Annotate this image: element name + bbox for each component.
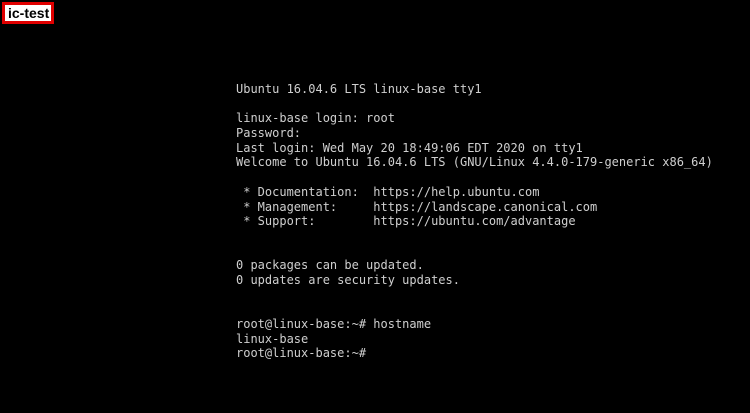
console-banner: Ubuntu 16.04.6 LTS linux-base tty1 bbox=[236, 82, 482, 96]
hostname-command-line: root@linux-base:~# hostname bbox=[236, 317, 432, 331]
vm-name-label: ic-test bbox=[2, 2, 54, 24]
documentation-link-line: * Documentation: https://help.ubuntu.com bbox=[236, 184, 540, 199]
welcome-line: Welcome to Ubuntu 16.04.6 LTS (GNU/Linux… bbox=[236, 155, 713, 170]
shell-prompt-line[interactable]: root@linux-base:~# bbox=[236, 346, 736, 361]
login-prompt-line: linux-base login: root bbox=[236, 111, 395, 126]
support-link-line: * Support: https://ubuntu.com/advantage bbox=[236, 214, 576, 229]
hostname-output-line: linux-base bbox=[236, 331, 309, 346]
password-prompt-line: Password: bbox=[236, 126, 302, 141]
management-link-line: * Management: https://landscape.canonica… bbox=[236, 199, 598, 214]
last-login-line: Last login: Wed May 20 18:49:06 EDT 2020… bbox=[236, 140, 583, 155]
packages-status-line: 0 packages can be updated. bbox=[236, 258, 424, 273]
security-status-line: 0 updates are security updates. bbox=[236, 272, 460, 287]
terminal-console[interactable]: Ubuntu 16.04.6 LTS linux-base tty1 linux… bbox=[236, 82, 736, 361]
